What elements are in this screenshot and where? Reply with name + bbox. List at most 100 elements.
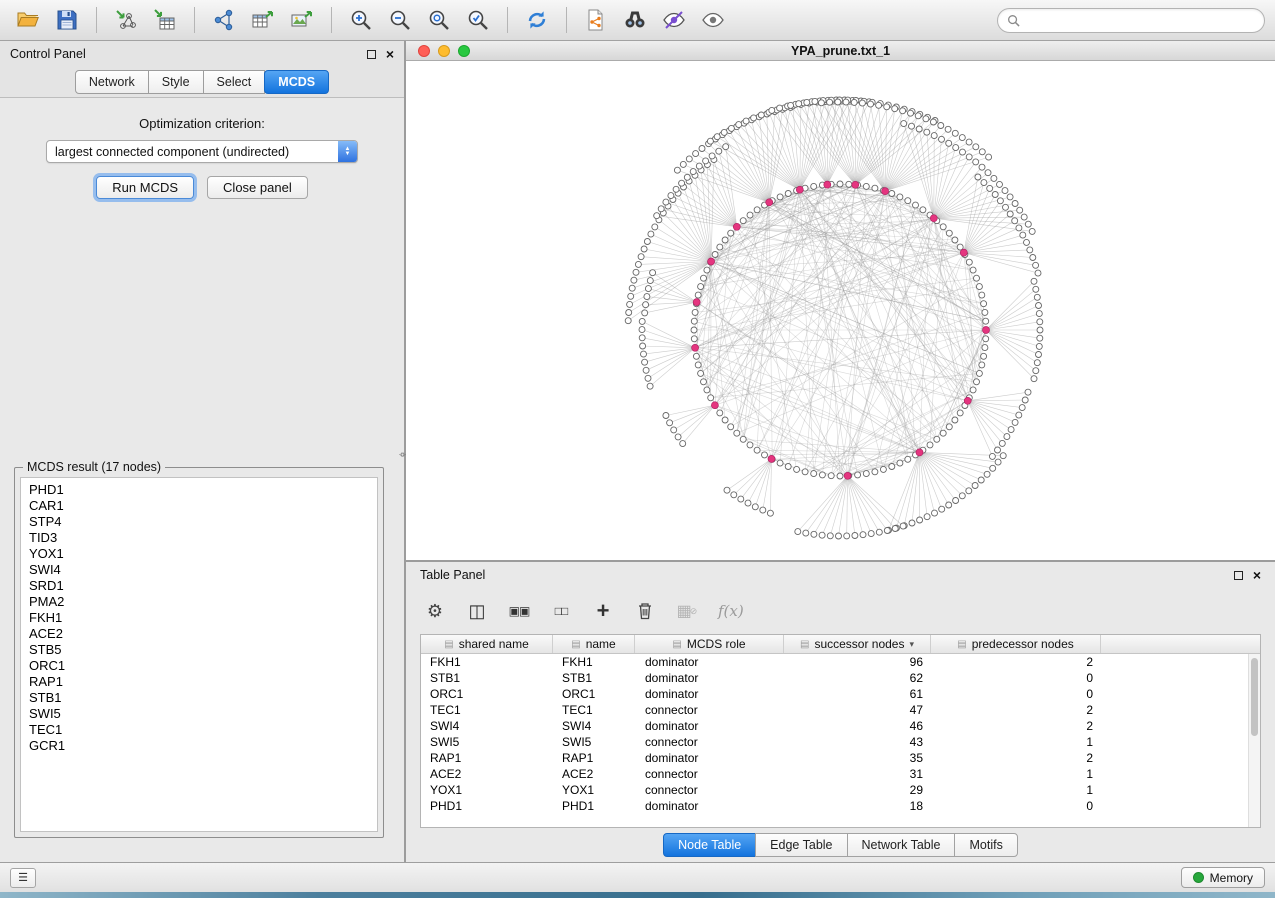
network-leaf-node[interactable]: [1033, 368, 1039, 374]
network-leaf-node[interactable]: [769, 107, 775, 113]
network-node[interactable]: [981, 353, 987, 359]
network-leaf-node[interactable]: [945, 126, 951, 132]
mcds-result-item[interactable]: TID3: [29, 530, 377, 546]
network-node[interactable]: [811, 471, 817, 477]
network-node[interactable]: [976, 370, 982, 376]
toolbar-button-apply-preferred-layout[interactable]: [519, 4, 555, 36]
network-leaf-node[interactable]: [812, 98, 818, 104]
network-leaf-node[interactable]: [658, 206, 664, 212]
network-hub-node[interactable]: [852, 181, 859, 188]
network-node[interactable]: [704, 387, 710, 393]
tab-select[interactable]: Select: [203, 70, 266, 94]
network-leaf-node[interactable]: [953, 145, 959, 151]
network-leaf-node[interactable]: [652, 224, 658, 230]
network-leaf-node[interactable]: [901, 121, 907, 127]
table-toolbar-create-column-button[interactable]: +: [592, 598, 614, 624]
network-hub-node[interactable]: [882, 188, 889, 195]
network-leaf-node[interactable]: [648, 231, 654, 237]
network-leaf-node[interactable]: [995, 447, 1001, 453]
network-leaf-node[interactable]: [859, 100, 865, 106]
network-leaf-node[interactable]: [641, 246, 647, 252]
network-leaf-node[interactable]: [777, 105, 783, 111]
network-leaf-node[interactable]: [868, 101, 874, 107]
network-node[interactable]: [777, 194, 783, 200]
network-leaf-node[interactable]: [900, 108, 906, 114]
network-leaf-node[interactable]: [981, 180, 987, 186]
network-leaf-node[interactable]: [1027, 247, 1033, 253]
network-hub-node[interactable]: [711, 402, 718, 409]
network-leaf-node[interactable]: [645, 286, 651, 292]
network-leaf-node[interactable]: [989, 453, 995, 459]
network-hub-node[interactable]: [768, 455, 775, 462]
network-hub-node[interactable]: [983, 327, 990, 334]
network-node[interactable]: [695, 362, 701, 368]
network-leaf-node[interactable]: [868, 531, 874, 537]
network-leaf-node[interactable]: [827, 99, 833, 105]
network-window-titlebar[interactable]: YPA_prune.txt_1: [406, 41, 1275, 61]
network-leaf-node[interactable]: [1012, 218, 1018, 224]
network-leaf-node[interactable]: [690, 169, 696, 175]
network-leaf-node[interactable]: [1012, 419, 1018, 425]
column-header-successor-nodes[interactable]: ▤successor nodes▾: [784, 635, 931, 653]
network-leaf-node[interactable]: [1020, 232, 1026, 238]
network-leaf-node[interactable]: [1037, 327, 1043, 333]
mcds-result-item[interactable]: SWI5: [29, 706, 377, 722]
network-leaf-node[interactable]: [758, 112, 764, 118]
network-leaf-node[interactable]: [995, 459, 1001, 465]
tab-motifs[interactable]: Motifs: [954, 833, 1017, 857]
network-node[interactable]: [863, 471, 869, 477]
network-node[interactable]: [691, 327, 697, 333]
network-leaf-node[interactable]: [686, 156, 692, 162]
network-leaf-node[interactable]: [1008, 427, 1014, 433]
network-node[interactable]: [747, 212, 753, 218]
network-leaf-node[interactable]: [1031, 376, 1037, 382]
network-leaf-node[interactable]: [796, 101, 802, 107]
network-hub-node[interactable]: [692, 344, 699, 351]
network-leaf-node[interactable]: [991, 175, 997, 181]
network-node[interactable]: [913, 202, 919, 208]
mcds-result-item[interactable]: FKH1: [29, 610, 377, 626]
network-leaf-node[interactable]: [900, 523, 906, 529]
network-node[interactable]: [983, 318, 989, 324]
network-leaf-node[interactable]: [1024, 239, 1030, 245]
network-leaf-node[interactable]: [984, 471, 990, 477]
network-leaf-node[interactable]: [671, 427, 677, 433]
network-leaf-node[interactable]: [916, 126, 922, 132]
network-node[interactable]: [747, 442, 753, 448]
network-leaf-node[interactable]: [960, 149, 966, 155]
column-header-mcds-role[interactable]: ▤MCDS role: [635, 635, 784, 653]
network-leaf-node[interactable]: [959, 493, 965, 499]
column-header-name[interactable]: ▤name: [553, 635, 635, 653]
search-input[interactable]: [1026, 13, 1255, 27]
network-leaf-node[interactable]: [696, 163, 702, 169]
network-leaf-node[interactable]: [884, 104, 890, 110]
network-node[interactable]: [704, 267, 710, 273]
table-row[interactable]: ORC1ORC1dominator610: [421, 686, 1260, 702]
network-node[interactable]: [693, 353, 699, 359]
network-leaf-node[interactable]: [1012, 201, 1018, 207]
network-node[interactable]: [982, 345, 988, 351]
network-leaf-node[interactable]: [675, 434, 681, 440]
network-leaf-node[interactable]: [973, 159, 979, 165]
network-node[interactable]: [701, 275, 707, 281]
tab-mcds[interactable]: MCDS: [264, 70, 329, 94]
network-leaf-node[interactable]: [679, 180, 685, 186]
network-hub-node[interactable]: [964, 397, 971, 404]
network-leaf-node[interactable]: [932, 510, 938, 516]
table-scrollbar-thumb[interactable]: [1251, 658, 1258, 736]
network-leaf-node[interactable]: [818, 100, 824, 106]
network-node[interactable]: [976, 284, 982, 290]
network-node[interactable]: [940, 430, 946, 436]
network-leaf-node[interactable]: [767, 510, 773, 516]
network-node[interactable]: [974, 379, 980, 385]
network-node[interactable]: [762, 452, 768, 458]
network-leaf-node[interactable]: [876, 102, 882, 108]
toolbar-button-open-session[interactable]: [10, 4, 46, 36]
table-row[interactable]: SWI4SWI4dominator462: [421, 718, 1260, 734]
table-row[interactable]: YOX1YOX1connector291: [421, 782, 1260, 798]
network-hub-node[interactable]: [733, 223, 740, 230]
mcds-result-item[interactable]: PMA2: [29, 594, 377, 610]
network-leaf-node[interactable]: [674, 167, 680, 173]
toolbar-button-style-preview[interactable]: [656, 4, 692, 36]
network-leaf-node[interactable]: [1034, 360, 1040, 366]
